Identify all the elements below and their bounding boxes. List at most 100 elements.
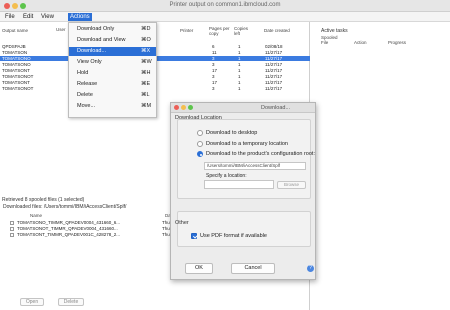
menu-actions[interactable]: Actions [68,13,92,21]
row-pages: 6 [212,44,215,49]
retrieved-files-heading: Retrieved 8 spooled files (1 selected) [2,197,85,203]
menu-item-hold[interactable]: Hold ⌘H [69,69,156,78]
radio-button[interactable] [197,130,203,136]
minimize-icon[interactable] [181,105,186,110]
dialog-titlebar: Download... [171,103,315,113]
menu-item-label: Download... [77,48,107,54]
file-checkbox[interactable] [10,233,14,237]
row-name: TOMATSON [2,50,28,55]
menu-item-label: Download and View [77,37,126,43]
row-pages: 3 [212,74,215,79]
col-header-spooled-file[interactable]: Spooled File [321,35,338,45]
menu-item-label: Release [77,81,98,87]
radio-button[interactable] [197,141,203,147]
menu-item-shortcut: ⌘M [141,103,152,109]
row-copies: 1 [238,50,241,55]
row-copies: 1 [238,44,241,49]
row-name: TOMATSONO [2,56,31,61]
active-tasks-title: Active tasks [321,28,348,34]
window-title: Printer output on common1.ibmcloud.com [169,2,281,8]
cancel-button[interactable]: Cancel [231,263,275,274]
row-pages: 11 [212,50,217,55]
file-name: TOMATSONOT_TIMMR_QPADEV0004_431660... [17,226,118,231]
row-copies: 1 [238,74,241,79]
row-date: 11/27/17 [265,62,283,67]
row-copies: 1 [238,68,241,73]
menu-item-download[interactable]: Download... ⌘X [69,47,156,56]
menu-item-release[interactable]: Release ⌘E [69,80,156,89]
other-group [177,211,311,247]
menu-item-label: Delete [77,92,93,98]
window-titlebar: Printer output on common1.ibmcloud.com [0,0,450,12]
other-label: Other [175,220,189,226]
option-label: Download to desktop [206,130,258,136]
menu-item-shortcut: ⌘D [141,26,151,32]
menu-item-view-only[interactable]: View Only ⌘W [69,58,156,67]
menu-item-shortcut: ⌘O [141,37,151,43]
file-checkbox[interactable] [10,227,14,231]
dialog-title: Download... [261,105,291,111]
row-date: 11/27/17 [265,86,283,91]
menu-item-shortcut: ⌘E [141,81,151,87]
delete-button[interactable]: Delete [58,298,84,306]
pdf-checkbox[interactable] [191,233,197,239]
row-date: 11/27/17 [265,68,283,73]
option-label: Download to a temporary location [206,141,288,147]
row-copies: 1 [238,86,241,91]
file-name: TOMATSONO_TIMMR_QPADEV0004_431660_6... [17,220,121,225]
browse-button[interactable]: Browse [277,181,306,189]
menu-file[interactable]: File [3,13,17,21]
col-header-progress[interactable]: Progress [388,40,406,45]
row-pages: 3 [212,62,215,67]
col-header-file-name[interactable]: Name [30,213,42,218]
menu-item-shortcut: ⌘L [141,92,150,98]
row-copies: 1 [238,56,241,61]
downloaded-files-path: Downloaded files: /Users/tommi/IBM/iAcce… [3,204,127,210]
col-header-pages[interactable]: Pages per copy [209,26,231,36]
row-name: TOMATSONOT [2,74,34,79]
file-name: TOMATSONT_TIMMR_QPADEV001C_428278_2... [17,232,121,237]
menu-item-shortcut: ⌘X [141,48,151,54]
radio-button-selected[interactable] [197,151,203,157]
row-name: TOMATSONT [2,80,30,85]
menu-edit[interactable]: Edit [21,13,35,21]
row-pages: 3 [212,56,215,61]
menubar: File Edit View Actions [0,12,450,22]
menu-view[interactable]: View [39,13,56,21]
ok-button[interactable]: OK [185,263,213,274]
col-header-user[interactable]: User [56,27,66,32]
option-label: Download to the product's configuration … [206,151,315,157]
col-header-copies[interactable]: Copies left [234,26,250,36]
menu-item-download-and-view[interactable]: Download and View ⌘O [69,36,156,45]
menu-item-label: Move... [77,103,96,109]
open-button[interactable]: Open [20,298,44,306]
row-pages: 3 [212,86,215,91]
menu-item-move[interactable]: Move... ⌘M [69,102,156,111]
help-icon[interactable]: ? [307,265,314,272]
location-input[interactable] [204,180,274,189]
download-location-label: Download Location [175,115,222,121]
menu-item-label: Hold [77,70,89,76]
menu-item-shortcut: ⌘H [141,70,151,76]
menu-item-label: View Only [77,59,102,65]
col-header-output-name[interactable]: Output name [2,28,28,33]
specify-location-label: Specify a location: [206,173,247,179]
menu-item-shortcut: ⌘W [141,59,152,65]
row-name: TOMATSONOT [2,86,34,91]
config-root-path-field[interactable]: /Users/tommi/IBM/iAccessClient/Splf [204,162,306,170]
download-dialog: Download... Download Location Download t… [170,102,316,280]
col-header-action[interactable]: Action [354,40,367,45]
row-date: 11/27/17 [265,56,283,61]
row-pages: 17 [212,68,218,73]
close-icon[interactable] [174,105,179,110]
row-copies: 1 [238,62,241,67]
pdf-label: Use PDF format if available [200,233,267,239]
row-date: 11/27/17 [265,50,283,55]
file-checkbox[interactable] [10,221,14,225]
maximize-icon[interactable] [188,105,193,110]
col-header-printer[interactable]: Printer [180,28,193,33]
menu-item-delete[interactable]: Delete ⌘L [69,91,156,100]
menu-item-download-only[interactable]: Download Only ⌘D [69,25,156,34]
col-header-date[interactable]: Date created [264,28,290,33]
row-date: 02/08/18 [265,44,283,49]
